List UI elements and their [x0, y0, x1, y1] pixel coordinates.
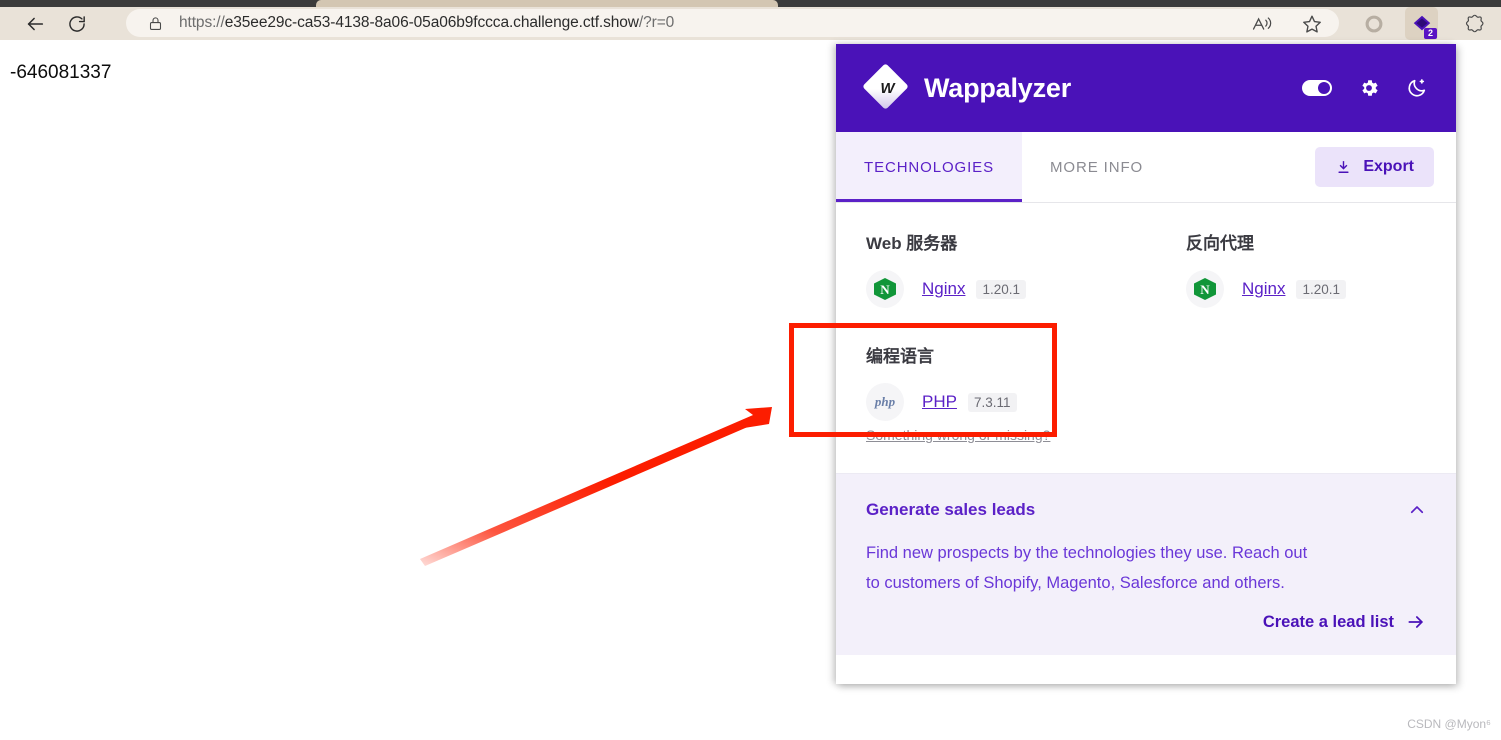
read-aloud-icon [1252, 16, 1271, 30]
wappalyzer-popup: W Wappalyzer TECHNOLOGIES MORE INFO Expo… [836, 44, 1456, 684]
reload-icon [69, 15, 85, 32]
url-scheme: https:// [179, 14, 225, 31]
technology-link[interactable]: Nginx [922, 279, 965, 299]
create-lead-list-button[interactable]: Create a lead list [866, 612, 1426, 632]
technology-item: php PHP 7.3.11 [866, 383, 1146, 421]
wappalyzer-extension-button[interactable]: 2 [1405, 7, 1438, 40]
tab-strip [0, 0, 1501, 7]
favorites-button[interactable] [1295, 7, 1328, 40]
category-title: Web 服务器 [866, 234, 958, 253]
gear-icon [1362, 80, 1378, 96]
promo-collapse-button[interactable] [1408, 501, 1426, 519]
technologies-panel: Web 服务器 N Nginx 1.20.1 反向代理 N Nginx 1.20… [836, 203, 1456, 473]
arrow-right-icon [1408, 616, 1423, 628]
nginx-icon: N [866, 270, 904, 308]
tab-more-info[interactable]: MORE INFO [1022, 132, 1171, 202]
extension-badge-count: 2 [1424, 28, 1437, 39]
moon-icon [1408, 79, 1426, 97]
collections-button[interactable] [1357, 7, 1390, 40]
promo-header: Generate sales leads [866, 500, 1426, 520]
wappalyzer-logo-letter: W [880, 79, 894, 97]
browser-essentials-icon [1465, 14, 1484, 32]
wappalyzer-tabs: TECHNOLOGIES MORE INFO Export [836, 132, 1456, 203]
reload-button[interactable] [60, 7, 94, 40]
category-programming-language: 编程语言 php PHP 7.3.11 [836, 342, 1146, 427]
technology-categories-row-1: Web 服务器 N Nginx 1.20.1 反向代理 N Nginx 1.20… [836, 229, 1456, 314]
category-title: 反向代理 [1186, 234, 1254, 253]
address-bar[interactable]: https://e35ee29c-ca53-4138-8a06-05a06b9f… [126, 9, 1339, 37]
technology-categories-row-2: 编程语言 php PHP 7.3.11 [836, 342, 1456, 427]
watermark: CSDN @Myon⁶ [1407, 717, 1491, 731]
theme-toggle-button[interactable] [1406, 77, 1428, 99]
create-lead-list-label: Create a lead list [1262, 612, 1394, 631]
read-aloud-button[interactable] [1245, 7, 1278, 40]
php-icon: php [866, 383, 904, 421]
wappalyzer-header: W Wappalyzer [836, 44, 1456, 132]
download-icon [1338, 160, 1349, 173]
browser-chrome: https://e35ee29c-ca53-4138-8a06-05a06b9f… [0, 0, 1501, 40]
category-reverse-proxy: 反向代理 N Nginx 1.20.1 [1156, 229, 1456, 314]
feedback-link[interactable]: Something wrong or missing? [866, 427, 1050, 443]
wappalyzer-logo-icon: W [862, 63, 910, 111]
category-web-server: Web 服务器 N Nginx 1.20.1 [836, 229, 1136, 314]
arrow-left-icon [27, 17, 44, 30]
category-title: 编程语言 [866, 347, 934, 366]
chevron-up-icon [1410, 506, 1424, 514]
technology-item: N Nginx 1.20.1 [866, 270, 1136, 308]
promo-body: Find new prospects by the technologies t… [866, 538, 1366, 598]
favorites-star-icon [1302, 15, 1321, 33]
technology-version: 7.3.11 [967, 392, 1017, 412]
promo-body-line-2: to customers of Shopify, Magento, Salesf… [866, 574, 1285, 592]
promo-body-line-1: Find new prospects by the technologies t… [866, 544, 1308, 562]
technology-link[interactable]: Nginx [1242, 279, 1285, 299]
promo-panel: Generate sales leads Find new prospects … [836, 473, 1456, 655]
browser-essentials-button[interactable] [1458, 7, 1491, 40]
settings-button[interactable] [1358, 77, 1380, 99]
technology-link[interactable]: PHP [922, 392, 957, 412]
wappalyzer-title: Wappalyzer [924, 72, 1072, 103]
enable-toggle[interactable] [1302, 80, 1332, 96]
browser-tab[interactable] [316, 0, 778, 7]
technology-version: 1.20.1 [976, 279, 1027, 299]
wappalyzer-header-actions [1302, 77, 1428, 99]
promo-title: Generate sales leads [866, 500, 1036, 519]
url-host: e35ee29c-ca53-4138-8a06-05a06b9fccca.cha… [224, 14, 639, 31]
collections-icon [1365, 15, 1382, 32]
technology-item: N Nginx 1.20.1 [1186, 270, 1456, 308]
url-path: /?r=0 [638, 14, 675, 31]
page-body-text: -646081337 [10, 62, 112, 83]
url-text: https://e35ee29c-ca53-4138-8a06-05a06b9f… [179, 14, 674, 32]
export-label: Export [1363, 158, 1414, 175]
back-button[interactable] [18, 7, 52, 40]
lock-icon [148, 15, 163, 32]
nginx-icon: N [1186, 270, 1224, 308]
tab-technologies[interactable]: TECHNOLOGIES [836, 132, 1022, 202]
technology-version: 1.20.1 [1296, 279, 1347, 299]
export-button[interactable]: Export [1315, 147, 1434, 187]
